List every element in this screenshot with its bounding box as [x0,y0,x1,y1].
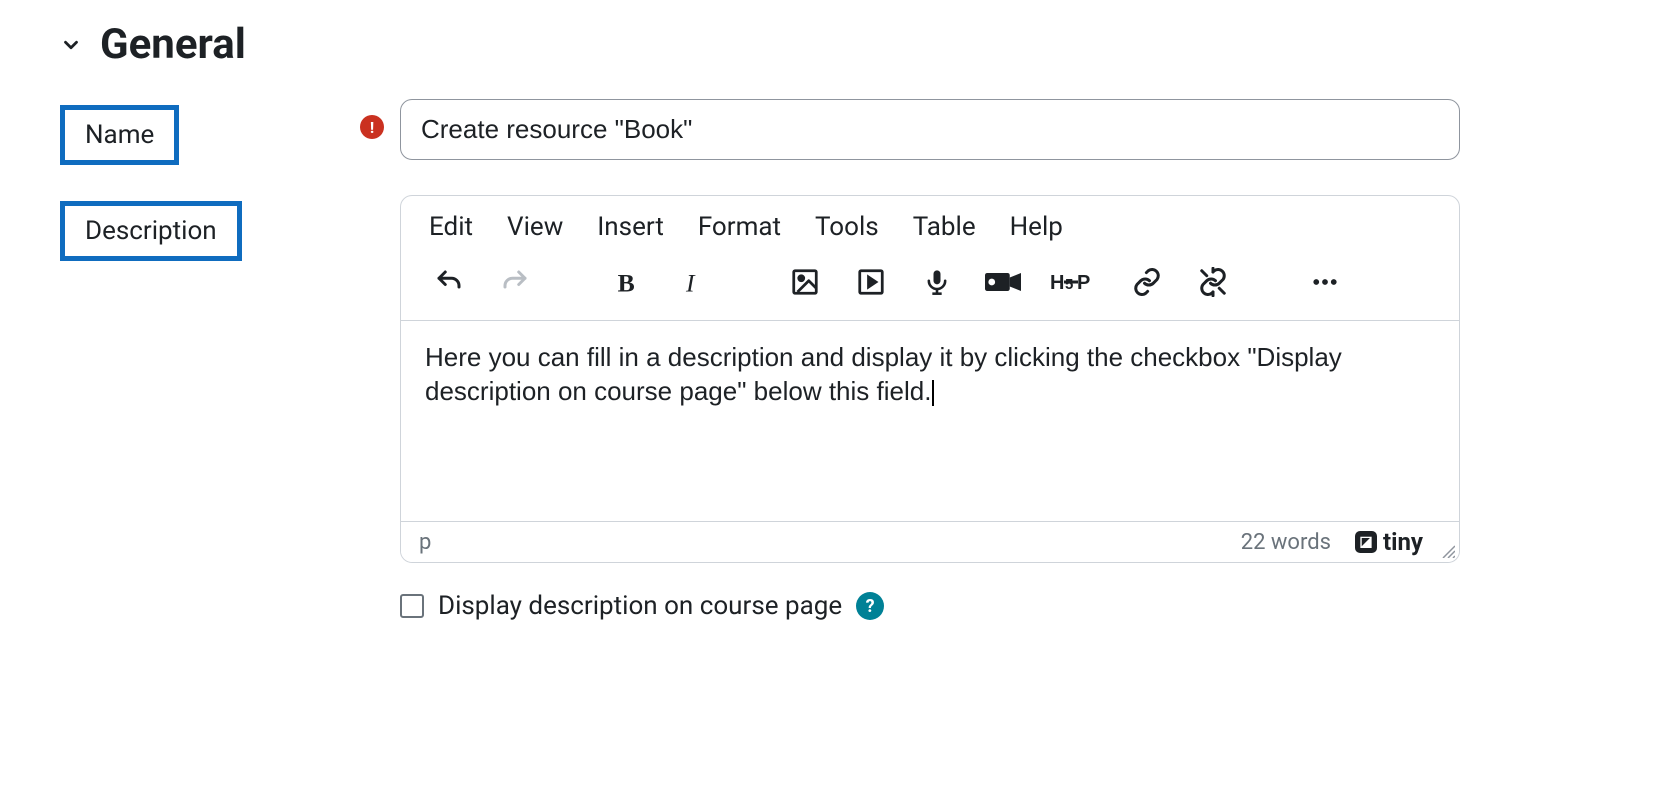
menu-format[interactable]: Format [698,212,781,242]
video-icon[interactable] [851,262,891,302]
tiny-logo[interactable]: ◪ tiny [1355,528,1423,556]
section-header: General [60,20,1594,69]
menu-insert[interactable]: Insert [597,212,664,242]
display-description-row: Display description on course page ? [400,591,1460,621]
menu-tools[interactable]: Tools [815,212,879,242]
svg-text:I: I [685,268,696,296]
microphone-icon[interactable] [917,262,957,302]
text-cursor [932,380,934,406]
menu-table[interactable]: Table [913,212,976,242]
svg-text:5: 5 [1065,276,1073,293]
resize-handle-icon[interactable] [1439,542,1455,558]
record-video-icon[interactable] [983,262,1023,302]
display-description-checkbox[interactable] [400,594,424,618]
undo-icon[interactable] [429,262,469,302]
name-input[interactable] [400,99,1460,160]
bold-icon[interactable]: B [607,262,647,302]
image-icon[interactable] [785,262,825,302]
help-icon[interactable]: ? [856,592,884,620]
link-icon[interactable] [1127,262,1167,302]
chevron-down-icon[interactable] [60,34,82,56]
rich-text-editor: Edit View Insert Format Tools Table Help… [400,195,1460,563]
required-icon: ! [360,115,384,139]
unlink-icon[interactable] [1193,262,1233,302]
editor-menubar: Edit View Insert Format Tools Table Help [401,196,1459,254]
menu-view[interactable]: View [507,212,563,242]
editor-statusbar: p 22 words ◪ tiny [401,521,1459,562]
status-word-count: 22 words [1241,530,1331,555]
editor-col: Edit View Insert Format Tools Table Help… [400,195,1460,621]
display-description-label: Display description on course page [438,591,842,621]
editor-text: Here you can fill in a description and d… [425,342,1342,406]
tiny-brand-text: tiny [1383,528,1423,556]
section-title: General [100,20,246,69]
input-col [400,99,1460,160]
svg-text:P: P [1077,272,1090,294]
more-icon[interactable] [1305,262,1345,302]
menu-edit[interactable]: Edit [429,212,473,242]
menu-help[interactable]: Help [1010,212,1063,242]
name-label: Name [60,105,179,165]
field-row-description: Description Edit View Insert Format Tool… [60,195,1594,621]
italic-icon[interactable]: I [673,262,713,302]
svg-text:H: H [1050,272,1064,294]
label-col: Description [60,195,360,261]
svg-text:B: B [618,268,635,296]
redo-icon[interactable] [495,262,535,302]
required-col [360,195,400,211]
editor-content[interactable]: Here you can fill in a description and d… [401,321,1459,521]
status-path[interactable]: p [419,530,1241,555]
h5p-icon[interactable]: H5P [1049,262,1101,302]
description-label: Description [60,201,242,261]
required-col: ! [360,99,400,139]
tiny-badge-icon: ◪ [1355,531,1377,553]
label-col: Name [60,99,360,165]
field-row-name: Name ! [60,99,1594,165]
editor-toolbar: B I H5P [401,254,1459,321]
